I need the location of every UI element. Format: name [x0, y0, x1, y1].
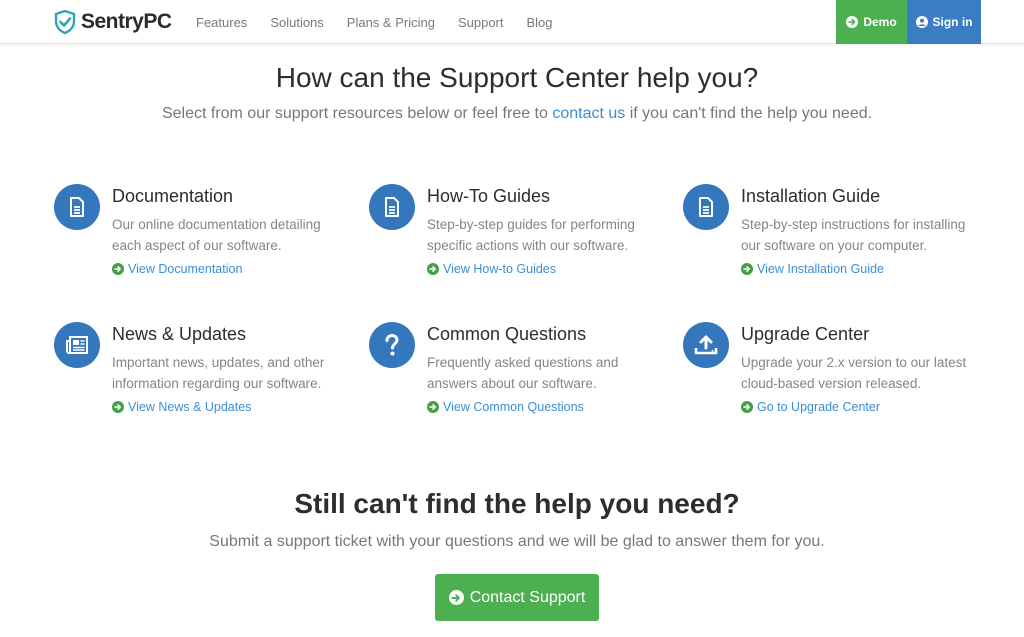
nav-blog[interactable]: Blog — [527, 15, 553, 30]
card-title: How-To Guides — [427, 186, 551, 206]
card-common-questions: Common Questions Frequently asked questi… — [369, 322, 669, 422]
user-circle-icon — [915, 16, 928, 28]
page-title: How can the Support Center help you? — [275, 62, 759, 93]
view-common-questions-link[interactable]: View Common Questions — [427, 400, 584, 414]
view-how-to-guides-link[interactable]: View How-to Guides — [427, 262, 556, 276]
page-subtitle: Select from our support resources below … — [0, 105, 1024, 123]
newspaper-icon — [54, 322, 100, 368]
nav-plans-pricing[interactable]: Plans & Pricing — [347, 15, 435, 30]
demo-label: Demo — [863, 15, 897, 29]
top-header: SentryPC Features Solutions Plans & Pric… — [0, 0, 1024, 44]
card-description: Step-by-step instructions for installing… — [741, 217, 966, 253]
link-label: View News & Updates — [128, 400, 252, 414]
shield-check-icon — [54, 10, 76, 34]
arrow-circle-right-icon — [427, 263, 439, 275]
logo[interactable]: SentryPC — [54, 9, 172, 35]
demo-button[interactable]: Demo — [836, 0, 907, 44]
card-description: Upgrade your 2.x version to our latest c… — [741, 355, 967, 391]
card-upgrade-center: Upgrade Center Upgrade your 2.x version … — [683, 322, 983, 422]
card-description: Frequently asked questions and answers a… — [427, 355, 619, 391]
card-installation-guide: Installation Guide Step-by-step instruct… — [683, 184, 983, 284]
link-label: Go to Upgrade Center — [757, 400, 880, 414]
view-installation-guide-link[interactable]: View Installation Guide — [741, 262, 884, 276]
link-label: View How-to Guides — [443, 262, 557, 276]
subtitle-after: if you can't find the help you need. — [625, 105, 873, 122]
card-description: Our online documentation detailing each … — [112, 217, 321, 253]
question-icon — [369, 322, 415, 368]
signin-button[interactable]: Sign in — [907, 0, 981, 44]
document-icon — [54, 184, 100, 230]
card-news-updates: News & Updates Important news, updates, … — [54, 322, 354, 422]
arrow-circle-right-icon — [741, 401, 753, 413]
upload-icon — [683, 322, 729, 368]
main-nav: Features Solutions Plans & Pricing Suppo… — [196, 0, 553, 44]
arrow-circle-right-icon — [448, 590, 464, 605]
go-to-upgrade-center-link[interactable]: Go to Upgrade Center — [741, 400, 880, 414]
card-description: Important news, updates, and other infor… — [112, 355, 325, 391]
card-title: Installation Guide — [741, 186, 881, 206]
view-documentation-link[interactable]: View Documentation — [112, 262, 242, 276]
help-heading: Still can't find the help you need? — [294, 488, 740, 519]
nav-support[interactable]: Support — [458, 15, 504, 30]
link-label: View Installation Guide — [757, 262, 884, 276]
document-icon — [369, 184, 415, 230]
subtitle-before: Select from our support resources below … — [161, 105, 553, 122]
contact-support-button[interactable]: Contact Support — [435, 574, 599, 621]
arrow-circle-right-icon — [112, 401, 124, 413]
arrow-circle-right-icon — [846, 16, 859, 28]
arrow-circle-right-icon — [741, 263, 753, 275]
card-title: Upgrade Center — [741, 324, 870, 344]
link-label: View Documentation — [128, 262, 243, 276]
document-icon — [683, 184, 729, 230]
view-news-updates-link[interactable]: View News & Updates — [112, 400, 251, 414]
card-description: Step-by-step guides for performing speci… — [427, 217, 635, 253]
card-how-to-guides: How-To Guides Step-by-step guides for pe… — [369, 184, 669, 284]
contact-us-link[interactable]: contact us — [552, 105, 625, 122]
card-title: Common Questions — [427, 324, 587, 344]
card-title: Documentation — [112, 186, 234, 206]
card-title: News & Updates — [112, 324, 247, 344]
signin-label: Sign in — [932, 15, 973, 29]
nav-solutions[interactable]: Solutions — [270, 15, 323, 30]
help-subtitle: Submit a support ticket with your questi… — [209, 533, 825, 550]
contact-support-label: Contact Support — [469, 588, 586, 606]
logo-text: SentryPC — [81, 10, 172, 33]
nav-features[interactable]: Features — [196, 15, 247, 30]
link-label: View Common Questions — [443, 400, 584, 414]
arrow-circle-right-icon — [112, 263, 124, 275]
card-documentation: Documentation Our online documentation d… — [54, 184, 354, 284]
arrow-circle-right-icon — [427, 401, 439, 413]
